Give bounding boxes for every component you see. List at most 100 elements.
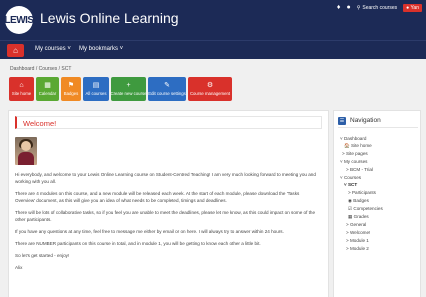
- nav-item-label: Participants: [351, 190, 376, 195]
- course-navbar: ⌂ My courses ˅ My bookmarks ˅: [0, 40, 426, 59]
- nav-item-competencies[interactable]: ☑ Competencies: [348, 206, 383, 212]
- quick-button-course-management[interactable]: ⚙ Course management: [188, 77, 232, 101]
- user-menu-button[interactable]: ● Yan: [403, 4, 422, 12]
- nav-item-label: Courses: [343, 175, 362, 180]
- nav-item-label: Module 1: [349, 238, 369, 243]
- nav-item-site-pages[interactable]: > Site pages: [342, 151, 368, 157]
- nav-item-marker: >: [346, 238, 349, 243]
- welcome-section-header: Welcome!: [15, 116, 322, 129]
- site-logo[interactable]: LEWIS: [4, 6, 34, 34]
- nav-item-label: Welcome!: [349, 230, 371, 235]
- nav-item-marker: 🏠: [344, 143, 350, 148]
- nav-item-marker: >: [346, 167, 349, 172]
- nav-item-sct[interactable]: ˅ SCT: [344, 182, 357, 188]
- quick-button-label: Site home: [11, 91, 32, 96]
- paragraph-intro: Hi everybody, and welcome to your Lewis …: [15, 172, 316, 184]
- nav-item-my-courses[interactable]: ˅ My courses: [340, 159, 367, 165]
- quick-button-all-courses[interactable]: ▤ All courses: [83, 77, 109, 101]
- my-courses-menu[interactable]: My courses ˅: [35, 46, 71, 52]
- breadcrumb[interactable]: Dashboard / Courses / SCT: [10, 66, 71, 72]
- quick-button-create-new-course[interactable]: + Create new course: [110, 77, 147, 101]
- my-bookmarks-menu[interactable]: My bookmarks ˅: [79, 46, 123, 52]
- nav-item-label: Site pages: [345, 151, 368, 156]
- nav-item-label: Site home: [351, 143, 372, 148]
- bell-icon[interactable]: ♦: [337, 4, 341, 12]
- nav-item-marker: >: [346, 230, 349, 235]
- home-icon: ⌂: [13, 46, 18, 55]
- quick-button-site-home[interactable]: ⌂ Site home: [9, 77, 34, 101]
- quick-button-badges[interactable]: ⚑ Badges: [61, 77, 81, 101]
- badge-icon: ⚑: [67, 82, 75, 89]
- quick-button-label: Badges: [63, 91, 79, 96]
- nav-item-label: SCT: [347, 182, 358, 187]
- nav-item-welcome[interactable]: > Welcome!: [346, 230, 370, 236]
- search-courses-button[interactable]: ⚲ Search courses: [357, 5, 397, 11]
- search-icon: ⚲: [356, 5, 361, 11]
- quick-button-calendar[interactable]: ▦ Calendar: [36, 77, 59, 101]
- paragraph-signoff: Alix: [15, 265, 23, 270]
- course-content: Welcome! Hi everybody, and welcome to yo…: [8, 110, 329, 297]
- nav-item-marker: ˅: [344, 182, 347, 187]
- nav-item-marker: ◉: [348, 198, 353, 203]
- quick-button-label: All courses: [85, 91, 107, 96]
- nav-item-site-home[interactable]: 🏠 Site home: [344, 143, 372, 149]
- nav-item-marker: >: [342, 151, 345, 156]
- nav-item-marker: ☑: [348, 206, 353, 211]
- nav-item-participants[interactable]: > Participants: [348, 190, 376, 196]
- chat-icon[interactable]: ●: [346, 4, 350, 12]
- navigation-block: ☰ Navigation ˅ Dashboard 🏠 Site home > Sit…: [333, 110, 421, 297]
- home-icon: ⌂: [19, 82, 24, 89]
- navigation-block-header: ☰ Navigation: [338, 116, 418, 128]
- courses-icon: ▤: [92, 82, 100, 89]
- quick-links-bar: ⌂ Site home ▦ Calendar ⚑ Badges ▤ All courses + C…: [9, 77, 232, 101]
- nav-item-label: General: [349, 222, 367, 227]
- quick-button-edit-course-settings[interactable]: ✎ Edit course settings: [148, 77, 186, 101]
- navigation-icon: ☰: [338, 117, 346, 125]
- nav-item-marker: ˅: [340, 175, 343, 180]
- nav-item-courses[interactable]: ˅ Courses: [340, 175, 361, 181]
- header-tools: ♦ ● ⚲ Search courses ● Yan: [337, 4, 422, 12]
- nav-item-bcm-trial[interactable]: > BCM - Trial: [346, 167, 373, 173]
- nav-item-label: Module 2: [349, 246, 369, 251]
- quick-button-label: Create new course: [110, 91, 147, 96]
- paragraph-collaborative: There will be lots of collaborative task…: [15, 210, 316, 222]
- nav-item-marker: ˅: [340, 159, 343, 164]
- teacher-photo: [15, 137, 37, 165]
- nav-item-label: BCM - Trial: [349, 167, 373, 172]
- user-name: Yan: [410, 5, 419, 11]
- nav-item-marker: >: [346, 222, 349, 227]
- nav-item-marker: >: [346, 246, 349, 251]
- user-icon: ●: [406, 5, 410, 11]
- site-header: LEWIS Lewis Online Learning ♦ ● ⚲ Search…: [0, 0, 426, 40]
- nav-item-marker: >: [348, 190, 351, 195]
- nav-item-module-1[interactable]: > Module 1: [346, 238, 369, 244]
- quick-button-label: Course management: [189, 91, 231, 96]
- home-button[interactable]: ⌂: [7, 44, 24, 57]
- paragraph-modules: There are 4 modules on this course, and …: [15, 191, 300, 203]
- nav-item-label: My courses: [343, 159, 368, 164]
- nav-item-general[interactable]: > General: [346, 222, 366, 228]
- nav-item-badges[interactable]: ◉ Badges: [348, 198, 369, 204]
- nav-item-marker: ▦: [348, 214, 353, 219]
- paragraph-participants: There are NUMBER participants on this co…: [15, 241, 261, 246]
- gears-icon: ⚙: [206, 82, 214, 89]
- nav-item-label: Competencies: [353, 206, 383, 211]
- settings-icon: ✎: [164, 82, 170, 89]
- nav-item-label: Grades: [353, 214, 369, 219]
- nav-item-module-2[interactable]: > Module 2: [346, 246, 369, 252]
- nav-item-label: Badges: [353, 198, 369, 203]
- nav-item-grades[interactable]: ▦ Grades: [348, 214, 369, 220]
- paragraph-questions: If you have any questions at any time, f…: [15, 229, 284, 234]
- site-title[interactable]: Lewis Online Learning: [40, 10, 179, 26]
- search-courses-label: Search courses: [362, 5, 398, 11]
- nav-item-dashboard[interactable]: ˅ Dashboard: [340, 136, 366, 142]
- quick-button-label: Calendar: [38, 91, 57, 96]
- calendar-icon: ▦: [44, 82, 51, 89]
- nav-item-marker: ˅: [340, 136, 343, 141]
- plus-icon: +: [126, 82, 131, 89]
- paragraph-start: So let's get started - enjoy!: [15, 253, 70, 258]
- nav-item-label: Dashboard: [343, 136, 367, 141]
- quick-button-label: Edit course settings: [148, 91, 186, 96]
- welcome-title: Welcome!: [23, 119, 57, 128]
- navigation-title: Navigation: [350, 117, 381, 124]
